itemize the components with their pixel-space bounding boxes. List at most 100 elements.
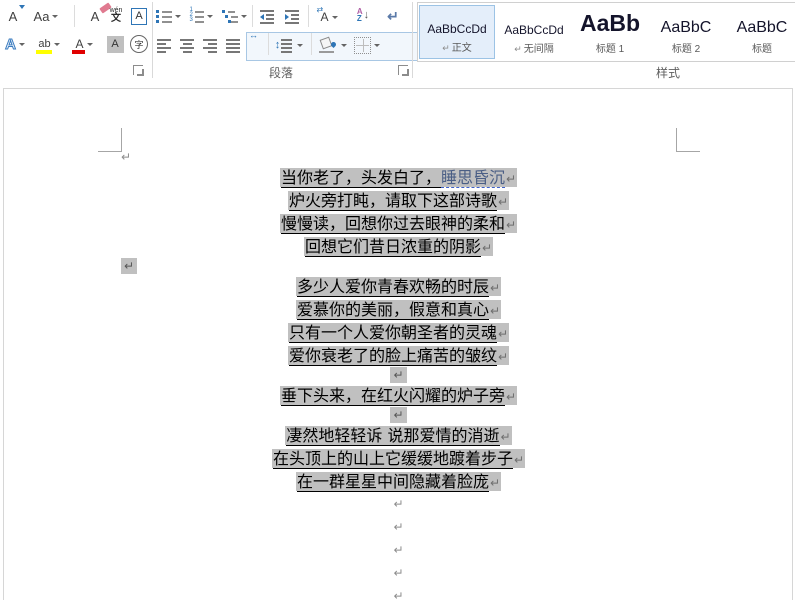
chevron-down-icon — [331, 15, 338, 19]
multilevel-list-button[interactable] — [220, 4, 248, 28]
line-spacing-button[interactable]: ↕ — [273, 33, 305, 57]
paragraph-dialog-launcher[interactable] — [398, 65, 409, 76]
poem-line[interactable]: 爱慕你的美丽，假意和真心↵ — [121, 298, 676, 321]
numbering-button[interactable]: 1 2 3 — [186, 4, 214, 28]
selected-text: 在一群星星中间隐藏着脸庞↵ — [295, 472, 502, 492]
pilcrow-icon: ↵ — [390, 407, 407, 423]
align-center-icon — [180, 37, 196, 53]
style-item-无间隔[interactable]: AaBbCcDd ↵ 无间隔 — [497, 5, 571, 59]
align-left-icon — [157, 37, 173, 53]
paint-bucket-icon — [318, 36, 338, 53]
empty-paragraph[interactable]: ↵ — [121, 149, 676, 166]
align-center-button[interactable] — [178, 33, 198, 57]
line-spacing-arrow-icon: ↕ — [274, 39, 281, 51]
style-name: ↵ 无间隔 — [514, 44, 554, 55]
paragraph-group-label: 段落 — [269, 66, 294, 80]
asian-layout-button[interactable]: A ⇄ — [314, 5, 344, 29]
line-text: 爱你衰老了的脸上痛苦的皱纹 — [288, 346, 497, 366]
sort-button[interactable]: A Z ↓ — [350, 3, 376, 27]
poem-line[interactable]: 炉火旁打盹，请取下这部诗歌↵ — [121, 189, 676, 212]
shrink-font-button[interactable]: A — [2, 4, 25, 28]
align-left-button[interactable] — [155, 33, 175, 57]
document-content[interactable]: ↵ 当你老了，头发白了，睡思昏沉↵ 炉火旁打盹，请取下这部诗歌↵ 慢慢读，回想你过去眼… — [121, 149, 676, 600]
phonetic-guide-button[interactable]: wén 文 — [104, 3, 128, 27]
shading-button[interactable] — [316, 33, 348, 57]
selected-text: 凄然地轻轻诉 说那爱情的消逝↵ — [285, 426, 512, 446]
text-highlight-button[interactable]: ab — [34, 32, 64, 56]
bullets-button[interactable] — [155, 4, 181, 28]
group-divider — [412, 2, 413, 78]
text-effects-button[interactable]: A — [1, 32, 29, 56]
selected-text: 垂下头来，在红火闪耀的炉子旁↵ — [279, 386, 518, 406]
change-case-icon: Aa — [33, 8, 50, 24]
font-color-button[interactable]: A — [70, 32, 98, 56]
line-text: 垂下头来，在红火闪耀的炉子旁 — [280, 386, 505, 406]
empty-paragraph[interactable]: ↵ — [121, 258, 676, 275]
selected-text: 回想它们昔日浓重的阴影↵ — [303, 237, 494, 257]
empty-paragraph[interactable]: ↵ — [121, 516, 676, 539]
style-item-正文[interactable]: AaBbCcDd ↵ 正文 — [419, 5, 495, 59]
distributed-arrow-icon: ↔ — [249, 30, 258, 40]
pilcrow-icon: ↵ — [121, 258, 138, 274]
selected-text: 多少人爱你青春欢畅的时辰↵ — [295, 277, 502, 297]
increase-indent-icon — [285, 8, 301, 24]
style-item-标题[interactable]: AaBbC 标题 — [725, 5, 795, 59]
enclose-characters-icon: 字 — [130, 35, 148, 53]
poem-line[interactable]: 凄然地轻轻诉 说那爱情的消逝↵ — [121, 424, 676, 447]
character-border-button[interactable]: A — [128, 4, 150, 28]
poem-line[interactable]: 慢慢读，回想你过去眼神的柔和↵ — [121, 212, 676, 235]
poem-line[interactable]: 在一群星星中间隐藏着脸庞↵ — [121, 470, 676, 493]
divider — [311, 33, 312, 55]
pilcrow-icon: ↵ — [489, 281, 501, 295]
empty-paragraph[interactable]: ↵ — [121, 562, 676, 585]
clear-formatting-icon: A — [90, 8, 100, 24]
line-text: 多少人爱你青春欢畅的时辰 — [296, 277, 489, 297]
style-item-标题 2[interactable]: AaBbC 标题 2 — [649, 5, 723, 59]
character-shading-button[interactable]: A — [104, 32, 126, 56]
poem-line[interactable]: 当你老了，头发白了，睡思昏沉↵ — [121, 166, 676, 189]
empty-paragraph[interactable]: ↵ — [121, 493, 676, 516]
empty-paragraph[interactable]: ↵ — [121, 585, 676, 600]
highlight-icon: ab — [38, 38, 51, 50]
proofing-marked-text: 睡思昏沉 — [440, 168, 505, 188]
document-area[interactable]: ↵ 当你老了，头发白了，睡思昏沉↵ 炉火旁打盹，请取下这部诗歌↵ 慢慢读，回想你过去眼… — [3, 88, 793, 600]
line-text: 在一群星星中间隐藏着脸庞 — [296, 472, 489, 492]
styles-gallery: AaBbCcDd ↵ 正文 AaBbCcDd ↵ 无间隔 AaBb 标题 1 AaBbC 标题 2… — [417, 2, 795, 62]
increase-indent-button[interactable] — [282, 4, 304, 28]
poem-line[interactable]: 爱你衰老了的脸上痛苦的皱纹↵ — [121, 344, 676, 367]
numbering-icon: 1 2 3 — [187, 7, 204, 24]
pilcrow-icon: ↵ — [500, 430, 511, 444]
poem-line[interactable]: 只有一个人爱你朝圣者的灵魂↵ — [121, 321, 676, 344]
selected-text: 当你老了，头发白了，睡思昏沉↵ — [279, 168, 518, 188]
line-text: 当你老了，头发白了， — [280, 168, 441, 188]
poem-line[interactable]: 多少人爱你青春欢畅的时辰↵ — [121, 275, 676, 298]
align-right-button[interactable] — [201, 33, 221, 57]
chevron-down-icon — [52, 14, 59, 18]
empty-paragraph[interactable]: ↵ — [121, 367, 676, 384]
pilcrow-icon: ↵ — [393, 520, 404, 534]
style-item-标题 1[interactable]: AaBb 标题 1 — [573, 5, 647, 59]
divider — [268, 33, 269, 55]
poem-line[interactable]: 回想它们昔日浓重的阴影↵ — [121, 235, 676, 258]
justify-button[interactable] — [224, 33, 244, 57]
character-shading-icon: A — [106, 35, 124, 53]
pilcrow-icon: ↵ — [121, 150, 132, 164]
selected-text: 爱你衰老了的脸上痛苦的皱纹↵ — [287, 346, 510, 366]
decrease-indent-icon — [260, 8, 276, 24]
pilcrow-icon: ↵ — [505, 172, 517, 186]
poem-line[interactable]: 在头顶上的山上它缓缓地踱着步子↵ — [121, 447, 676, 470]
decrease-indent-button[interactable] — [257, 4, 279, 28]
show-hide-marks-button[interactable]: ↵ — [382, 4, 404, 28]
enclose-characters-button[interactable]: 字 — [128, 32, 150, 56]
empty-paragraph[interactable]: ↵ — [121, 407, 676, 424]
style-preview: AaBbC — [660, 19, 712, 36]
poem-line[interactable]: 垂下头来，在红火闪耀的炉子旁↵ — [121, 384, 676, 407]
font-dialog-launcher[interactable] — [133, 65, 144, 76]
empty-paragraph[interactable]: ↵ — [121, 539, 676, 562]
asian-layout-icon: A ⇄ — [316, 5, 329, 24]
change-case-button[interactable]: Aa — [28, 4, 64, 28]
line-text: 回想它们昔日浓重的阴影 — [304, 237, 481, 257]
line-text: 只有一个人爱你朝圣者的灵魂 — [288, 323, 497, 343]
borders-button[interactable] — [352, 33, 382, 57]
line-text: 凄然地轻轻诉 说那爱情的消逝 — [286, 426, 500, 446]
